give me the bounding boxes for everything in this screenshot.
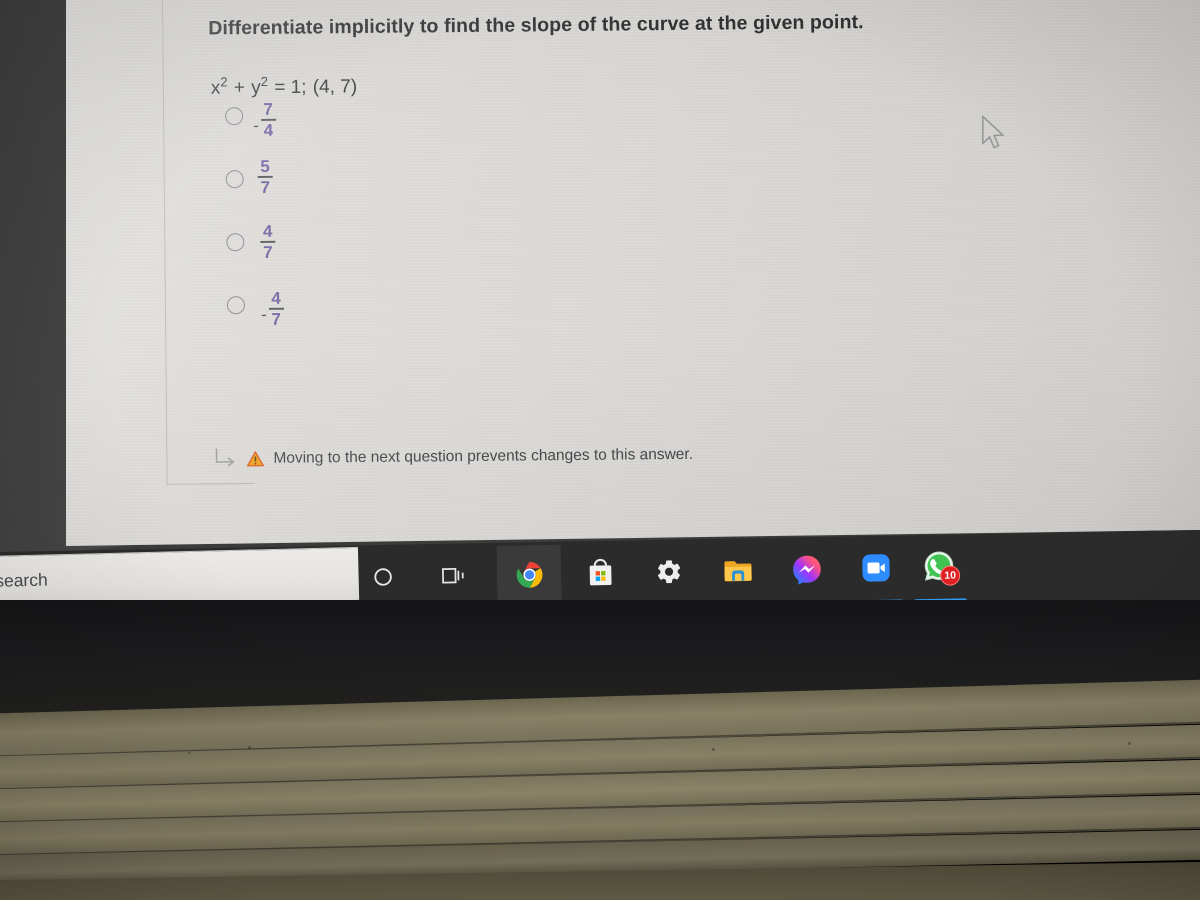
sill-speck-2 <box>712 748 715 751</box>
task-view-icon <box>441 568 464 584</box>
taskbar-item-microsoft-store[interactable] <box>570 543 631 602</box>
equation-equals: = 1; <box>274 76 307 99</box>
answer-option-c[interactable]: 4 7 <box>210 222 276 292</box>
warning-triangle-icon <box>246 450 264 466</box>
answer-value-c: 4 7 <box>258 221 276 262</box>
photo-scene: Differentiate implicitly to find the slo… <box>0 0 1200 900</box>
answer-options-list: - 7 4 5 7 4 7 - 4 7 <box>209 100 284 355</box>
sill-speck-3 <box>1128 742 1131 745</box>
search-input-text[interactable]: o search <box>0 570 48 593</box>
sill-speck-1 <box>248 746 251 749</box>
video-camera-icon <box>862 554 890 582</box>
taskbar-item-task-view[interactable] <box>423 546 484 605</box>
question-title: Differentiate implicitly to find the slo… <box>208 11 864 40</box>
circle-icon <box>374 568 392 586</box>
denominator-b: 7 <box>260 177 271 197</box>
window-sill <box>0 600 1200 900</box>
taskbar-item-cortana[interactable] <box>353 547 414 606</box>
denominator-a: 4 <box>263 120 274 140</box>
chrome-icon <box>516 561 542 588</box>
store-bag-icon <box>589 558 612 586</box>
numerator-b: 5 <box>260 156 270 176</box>
equation-base-1: x <box>210 77 221 99</box>
denominator-d: 7 <box>271 309 282 329</box>
arrow-right-turn-icon <box>215 448 235 467</box>
messenger-icon <box>793 555 821 585</box>
numerator-c: 4 <box>262 221 273 241</box>
answer-lock-notice-text: Moving to the next question prevents cha… <box>273 445 694 467</box>
equation-plus: + <box>233 77 246 99</box>
equation-base-2: y <box>251 77 261 99</box>
answer-value-b: 5 7 <box>256 156 273 197</box>
whatsapp-badge: 10 <box>939 565 961 586</box>
question-equation: x2 + y2 = 1; (4, 7) <box>211 73 358 100</box>
answer-option-d[interactable]: - 4 7 <box>211 289 284 355</box>
quiz-content-panel: Differentiate implicitly to find the slo… <box>150 0 1200 500</box>
equation-exponent-1: 2 <box>220 74 228 90</box>
radio-button-b[interactable] <box>225 170 244 189</box>
minus-sign-a: - <box>253 116 259 136</box>
taskbar-item-settings[interactable] <box>639 542 700 601</box>
answer-option-a[interactable]: - 7 4 <box>209 100 276 166</box>
radio-button-d[interactable] <box>226 296 246 315</box>
taskbar-item-chrome[interactable] <box>499 545 560 604</box>
answer-value-a: - 7 4 <box>253 99 276 140</box>
panel-left-border <box>161 0 168 485</box>
folder-icon <box>724 561 752 582</box>
answer-value-d: - 4 7 <box>260 288 284 329</box>
equation-point: (4, 7) <box>312 76 358 98</box>
panel-bottom-border <box>166 483 255 485</box>
answer-option-b[interactable]: 5 7 <box>210 157 273 229</box>
taskbar-item-zoom[interactable] <box>845 538 906 597</box>
answer-lock-notice: Moving to the next question prevents cha… <box>212 442 693 472</box>
numerator-d: 4 <box>271 288 281 308</box>
radio-button-c[interactable] <box>226 233 245 252</box>
taskbar-item-whatsapp[interactable]: 10 <box>909 537 970 596</box>
minus-sign-d: - <box>260 305 267 325</box>
gear-icon <box>657 560 681 584</box>
taskbar-item-messenger[interactable] <box>776 540 837 599</box>
mouse-pointer-icon <box>981 115 1004 149</box>
taskbar-item-file-explorer[interactable] <box>708 541 769 600</box>
radio-button-a[interactable] <box>225 107 244 126</box>
denominator-c: 7 <box>263 242 273 262</box>
numerator-a: 7 <box>263 99 274 119</box>
sill-speck-4 <box>188 752 190 754</box>
